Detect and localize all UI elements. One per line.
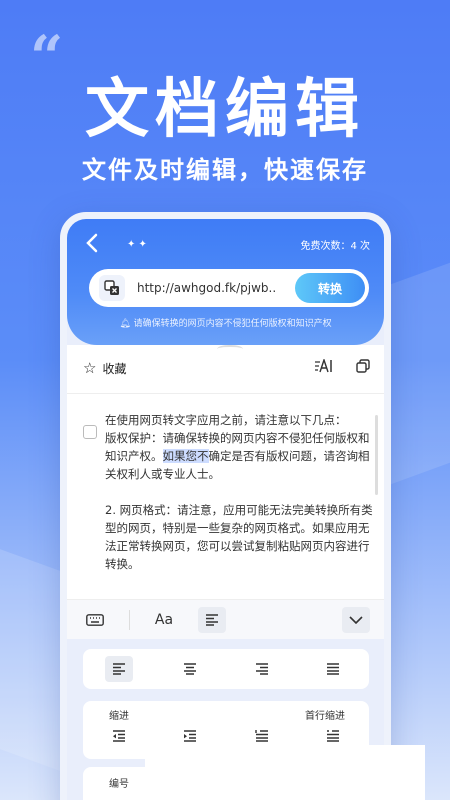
doc-intro: 在使用网页转文字应用之前，请注意以下几点： bbox=[105, 413, 347, 427]
drag-handle[interactable] bbox=[217, 345, 243, 353]
app-header: ✦ ✦ 免费次数：4 次 http://awhgod.fk/pjwb.. 转换 … bbox=[67, 219, 384, 345]
editor-area[interactable]: ☆ 收藏 在使用网页转文字应用之前，请注意以下几点： 版权保护：请确保转换的网页… bbox=[67, 345, 384, 599]
indent-decrease-icon[interactable] bbox=[112, 730, 126, 746]
star-icon: ☆ bbox=[83, 359, 97, 377]
background-decoration bbox=[0, 549, 60, 771]
notice-text: 请确保转换的网页内容不侵犯任何版权和知识产权 bbox=[133, 319, 332, 329]
paragraph-align-icon[interactable] bbox=[198, 606, 226, 633]
convert-button[interactable]: 转换 bbox=[295, 273, 365, 303]
align-center-icon[interactable] bbox=[176, 656, 204, 682]
phone-mockup: ✦ ✦ 免费次数：4 次 http://awhgod.fk/pjwb.. 转换 … bbox=[60, 212, 391, 800]
alignment-panel bbox=[83, 649, 369, 689]
hero-subtitle: 文件及时编辑，快速保存 bbox=[82, 156, 368, 184]
align-left-icon[interactable] bbox=[104, 656, 133, 682]
bottom-card bbox=[145, 745, 425, 800]
font-button[interactable]: Aa bbox=[150, 607, 178, 633]
indent-label: 缩进 bbox=[109, 711, 129, 722]
favorite-label: 收藏 bbox=[102, 361, 127, 376]
chevron-down-icon[interactable] bbox=[342, 606, 370, 633]
doc-paragraph-1: 在使用网页转文字应用之前，请注意以下几点： 版权保护：请确保转换的网页内容不侵犯… bbox=[105, 411, 375, 483]
first-line-indent-label: 首行缩进 bbox=[305, 711, 345, 722]
copy-icon[interactable] bbox=[356, 359, 370, 377]
checkbox[interactable] bbox=[83, 425, 97, 439]
align-justify-icon[interactable] bbox=[319, 656, 347, 682]
align-right-icon[interactable] bbox=[248, 656, 276, 682]
divider bbox=[67, 393, 384, 394]
keyboard-icon[interactable] bbox=[81, 607, 109, 633]
scrollbar[interactable] bbox=[375, 415, 378, 495]
ai-icon[interactable] bbox=[314, 357, 334, 377]
url-bar: http://awhgod.fk/pjwb.. 转换 bbox=[89, 269, 369, 307]
link-convert-icon bbox=[99, 275, 125, 301]
first-line-indent-increase-icon[interactable] bbox=[326, 730, 340, 746]
toolbar-divider bbox=[129, 609, 130, 630]
editor-top-icons bbox=[314, 357, 370, 377]
document-text[interactable]: 在使用网页转文字应用之前，请注意以下几点： 版权保护：请确保转换的网页内容不侵犯… bbox=[105, 411, 375, 591]
copyright-notice: 🔔︎ 请确保转换的网页内容不侵犯任何版权和知识产权 bbox=[67, 316, 384, 329]
sparkle-icon: ✦ ✦ bbox=[127, 239, 147, 250]
url-input[interactable]: http://awhgod.fk/pjwb.. bbox=[137, 281, 295, 295]
favorite-button[interactable]: ☆ 收藏 bbox=[83, 359, 126, 377]
doc-paragraph-2: 2. 网页格式：请注意，应用可能无法完美转换所有类型的网页，特别是一些复杂的网页… bbox=[105, 503, 373, 571]
indent-increase-icon[interactable] bbox=[183, 730, 197, 746]
first-line-indent-decrease-icon[interactable] bbox=[255, 730, 269, 746]
back-icon[interactable] bbox=[85, 233, 109, 257]
format-toolbar: Aa bbox=[67, 599, 384, 639]
free-count: 免费次数：4 次 bbox=[300, 241, 370, 252]
hero-title: 文档编辑 bbox=[85, 73, 365, 147]
selected-text[interactable]: 如果您不 bbox=[162, 449, 209, 463]
bell-icon: 🔔︎ bbox=[119, 319, 134, 329]
